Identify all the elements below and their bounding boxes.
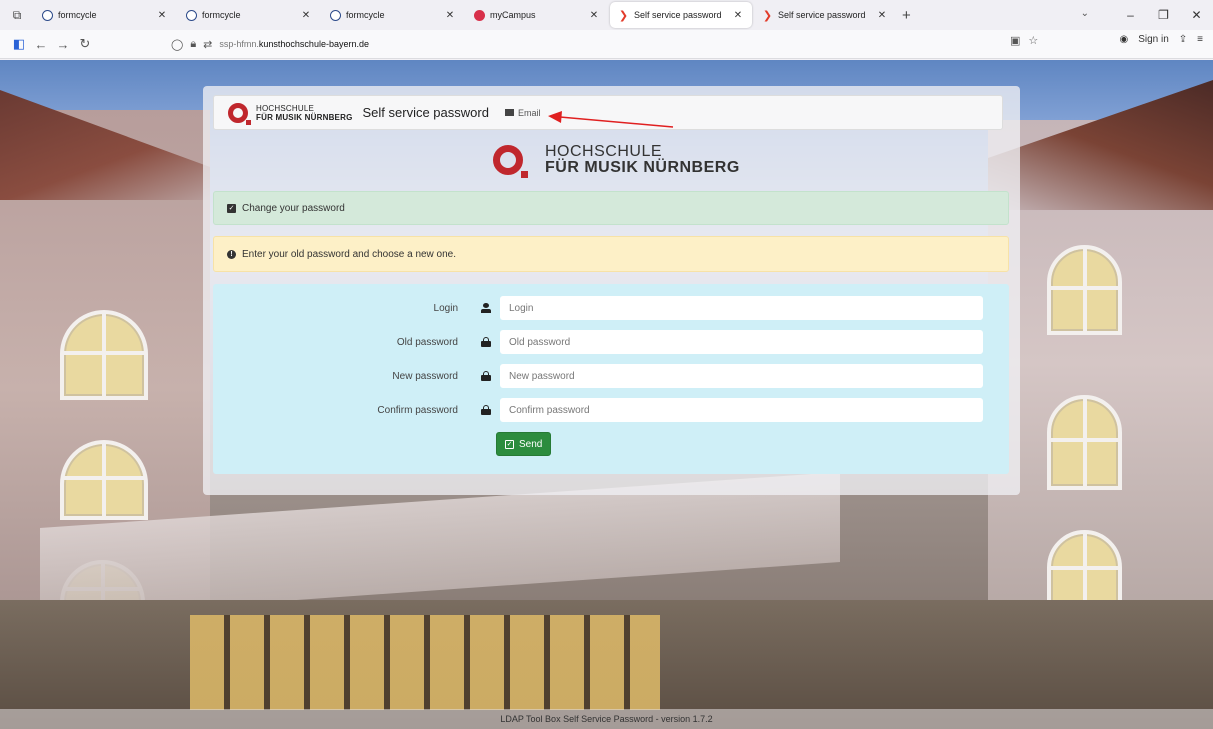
main-panel: HOCHSCHULE FÜR MUSIK NÜRNBERG Self servi… bbox=[203, 86, 1020, 495]
form-row-old-password: Old password Old password bbox=[213, 330, 1009, 354]
email-link[interactable]: Email bbox=[504, 107, 541, 118]
formcycle-icon bbox=[42, 9, 53, 21]
ssp-icon: ❯ bbox=[762, 9, 773, 22]
mycampus-icon bbox=[474, 9, 485, 21]
url-subdomain: ssp-hfmn. bbox=[219, 39, 259, 49]
warning-alert-text: Enter your old password and choose a new… bbox=[242, 248, 457, 260]
send-button[interactable]: ✓ Send bbox=[496, 432, 552, 456]
tab-bar: ⧉ formcycle ✕ formcycle ✕ formcycle ✕ my… bbox=[0, 0, 1213, 30]
tab-close-icon[interactable]: ✕ bbox=[300, 10, 312, 21]
restore-icon[interactable]: ❐ bbox=[1147, 8, 1180, 22]
reload-icon[interactable]: ↻ bbox=[74, 33, 96, 55]
hfmn-logo-icon bbox=[228, 102, 251, 125]
ssp-icon: ❯ bbox=[618, 9, 629, 22]
form-row-confirm-password: Confirm password Confirm password bbox=[213, 398, 1009, 422]
sidebar-toggle-icon[interactable]: ◧ bbox=[8, 33, 30, 55]
tab-title: myCampus bbox=[490, 10, 536, 20]
tab-close-icon[interactable]: ✕ bbox=[588, 10, 600, 21]
background-window bbox=[60, 440, 148, 520]
browser-tab-active[interactable]: ❯ Self service password ✕ bbox=[610, 2, 752, 28]
tab-close-icon[interactable]: ✕ bbox=[732, 10, 744, 21]
sign-in-label[interactable]: Sign in bbox=[1138, 34, 1169, 45]
browser-tab[interactable]: myCampus ✕ bbox=[466, 2, 608, 28]
browser-tab[interactable]: formcycle ✕ bbox=[178, 2, 320, 28]
reader-view-icon[interactable]: ▣ bbox=[1010, 34, 1020, 47]
login-input[interactable]: Login bbox=[500, 296, 983, 320]
tab-title: Self service password bbox=[778, 10, 866, 20]
forward-icon[interactable]: → bbox=[52, 33, 74, 55]
formcycle-icon bbox=[330, 9, 341, 21]
lock-icon: 🔒︎ bbox=[190, 37, 197, 50]
chevron-down-icon[interactable]: ⌄ bbox=[1081, 8, 1089, 19]
lock-icon bbox=[472, 364, 500, 388]
login-label: Login bbox=[433, 302, 458, 314]
logo-text[interactable]: HOCHSCHULE FÜR MUSIK NÜRNBERG bbox=[256, 104, 353, 122]
hfmn-logo: HOCHSCHULE FÜR MUSIK NÜRNBERG bbox=[493, 144, 740, 178]
form-row-new-password: New password New password bbox=[213, 364, 1009, 388]
logo-line2: FÜR MUSIK NÜRNBERG bbox=[545, 159, 740, 176]
url-domain: kunsthochschule-bayern.de bbox=[258, 39, 369, 49]
menu-icon[interactable]: ≡ bbox=[1197, 34, 1203, 45]
page-footer: LDAP Tool Box Self Service Password - ve… bbox=[0, 709, 1213, 729]
form-row-login: Login Login bbox=[213, 296, 1009, 320]
success-alert-text: Change your password bbox=[242, 202, 345, 214]
background-window bbox=[1047, 245, 1122, 335]
permissions-icon: ⇄ bbox=[203, 38, 213, 51]
navbar-brand[interactable]: Self service password bbox=[363, 105, 489, 120]
top-navbar: HOCHSCHULE FÜR MUSIK NÜRNBERG Self servi… bbox=[213, 95, 1003, 130]
shield-icon: ◯ bbox=[171, 38, 184, 51]
tab-close-icon[interactable]: ✕ bbox=[156, 10, 168, 21]
logo-text: HOCHSCHULE FÜR MUSIK NÜRNBERG bbox=[545, 144, 740, 176]
close-window-icon[interactable]: ✕ bbox=[1180, 8, 1213, 22]
info-circle-icon: ! bbox=[227, 249, 236, 259]
warning-alert: ! Enter your old password and choose a n… bbox=[213, 236, 1009, 272]
background-window bbox=[1047, 530, 1122, 610]
window-controls: – ❐ ✕ bbox=[1114, 0, 1213, 30]
background-window bbox=[60, 310, 148, 400]
formcycle-icon bbox=[186, 9, 197, 21]
tab-close-icon[interactable]: ✕ bbox=[444, 10, 456, 21]
user-icon bbox=[472, 296, 500, 320]
tab-list-icon[interactable]: ⧉ bbox=[0, 0, 34, 30]
old-password-input[interactable]: Old password bbox=[500, 330, 983, 354]
password-change-form: Login Login Old password Old password Ne… bbox=[213, 284, 1009, 474]
bookmark-star-icon[interactable]: ☆ bbox=[1028, 34, 1038, 47]
share-icon[interactable]: ⇪ bbox=[1179, 34, 1187, 45]
confirm-password-input[interactable]: Confirm password bbox=[500, 398, 983, 422]
new-tab-icon[interactable]: + bbox=[902, 7, 911, 24]
logo-line2: FÜR MUSIK NÜRNBERG bbox=[256, 112, 353, 122]
account-icon[interactable]: ◉ bbox=[1119, 34, 1128, 45]
logo-line1: HOCHSCHULE bbox=[256, 103, 315, 113]
lock-icon bbox=[472, 330, 500, 354]
back-icon[interactable]: ← bbox=[30, 33, 52, 55]
logo-line1: HOCHSCHULE bbox=[545, 143, 663, 160]
check-square-icon: ✓ bbox=[227, 203, 236, 213]
url-bar[interactable]: ◯ 🔒︎ ⇄ ssp-hfmn. kunsthochschule-bayern.… bbox=[171, 33, 1021, 55]
old-password-label: Old password bbox=[396, 336, 458, 348]
email-link-label: Email bbox=[517, 107, 541, 118]
browser-tab[interactable]: ❯ Self service password ✕ bbox=[754, 2, 896, 28]
check-square-icon: ✓ bbox=[505, 439, 514, 449]
new-password-input[interactable]: New password bbox=[500, 364, 983, 388]
browser-tab[interactable]: formcycle ✕ bbox=[34, 2, 176, 28]
minimize-icon[interactable]: – bbox=[1114, 8, 1147, 22]
tab-title: formcycle bbox=[346, 10, 385, 20]
navigation-bar: ◧ ← → ↻ ◯ 🔒︎ ⇄ ssp-hfmn. kunsthochschule… bbox=[0, 30, 1213, 59]
tab-title: formcycle bbox=[202, 10, 241, 20]
success-alert: ✓ Change your password bbox=[213, 191, 1009, 225]
tab-close-icon[interactable]: ✕ bbox=[876, 10, 888, 21]
tab-title: Self service password bbox=[634, 10, 722, 20]
lock-icon bbox=[472, 398, 500, 422]
browser-tab[interactable]: formcycle ✕ bbox=[322, 2, 464, 28]
confirm-password-label: Confirm password bbox=[377, 404, 458, 416]
send-button-label: Send bbox=[519, 438, 543, 450]
background-window bbox=[1047, 395, 1122, 490]
page-content: HOCHSCHULE FÜR MUSIK NÜRNBERG Self servi… bbox=[0, 60, 1213, 729]
tab-title: formcycle bbox=[58, 10, 97, 20]
new-password-label: New password bbox=[392, 370, 458, 382]
background-glass-facade bbox=[190, 615, 660, 710]
hfmn-logo-icon bbox=[493, 145, 528, 178]
envelope-icon bbox=[504, 109, 514, 116]
